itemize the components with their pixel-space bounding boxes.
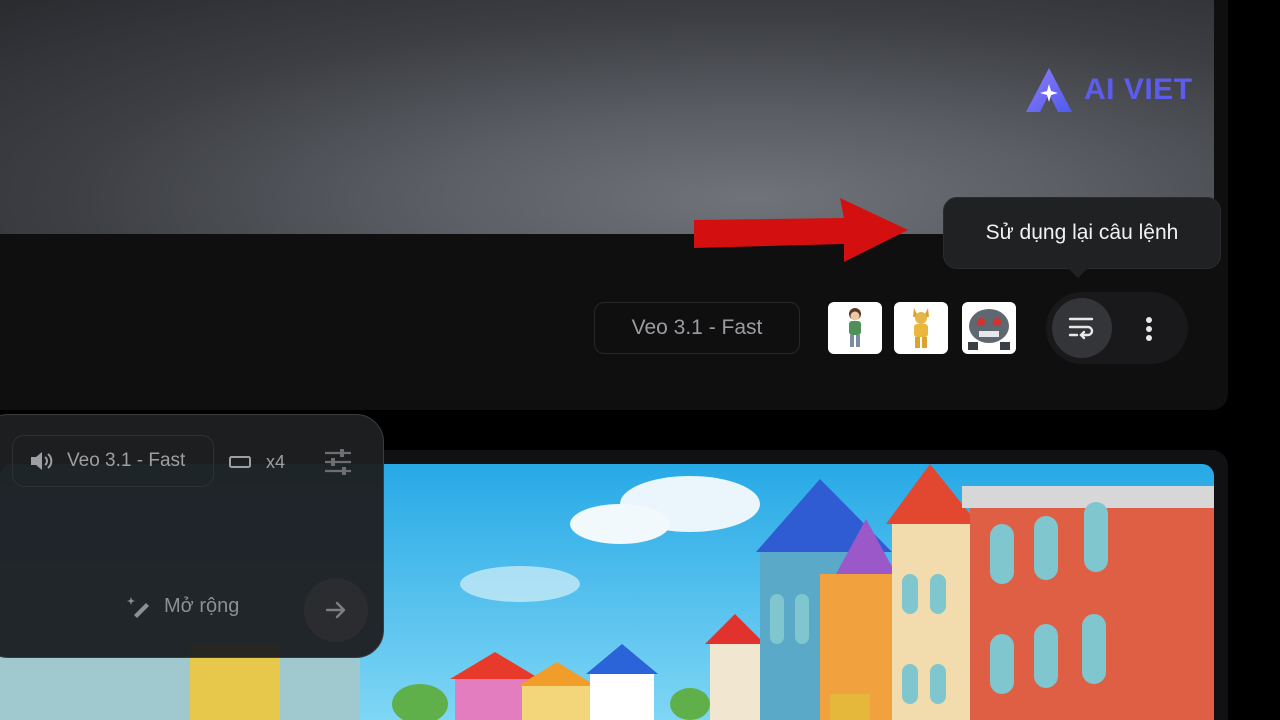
model-selector-label: Veo 3.1 - Fast [67, 450, 186, 471]
magic-pen-icon [127, 597, 149, 618]
girl-character-thumbnail[interactable] [828, 302, 882, 354]
expand-prompt-button[interactable]: Mở rộng [126, 590, 239, 622]
reuse-prompt-tooltip: Sử dụng lại câu lệnh [943, 197, 1221, 278]
model-selector[interactable]: Veo 3.1 - Fast [12, 435, 214, 487]
cat-character-thumbnail[interactable] [894, 302, 948, 354]
annotation-arrow [694, 198, 908, 262]
aspect-count-toggle[interactable]: x4 [228, 446, 285, 478]
watermark: AI VIET [1024, 66, 1193, 114]
more-vertical-icon [1146, 317, 1152, 341]
wrap-text-icon [1068, 317, 1094, 340]
watermark-text: AI VIET [1084, 73, 1193, 106]
arrow-right-icon [325, 601, 346, 619]
landscape-ratio-icon [229, 456, 251, 468]
settings-button[interactable] [320, 446, 356, 478]
robot-character-thumbnail[interactable] [962, 302, 1016, 354]
expand-label: Mở rộng [164, 594, 240, 617]
sparkle-a-logo-icon [1026, 68, 1072, 112]
sliders-icon [325, 449, 351, 475]
reuse-prompt-button[interactable] [1052, 298, 1112, 358]
more-options-button[interactable] [1130, 310, 1168, 348]
model-chip: Veo 3.1 - Fast [594, 302, 800, 354]
output-count-label: x4 [266, 451, 286, 472]
send-button[interactable] [304, 578, 368, 642]
speaker-icon [31, 452, 53, 470]
